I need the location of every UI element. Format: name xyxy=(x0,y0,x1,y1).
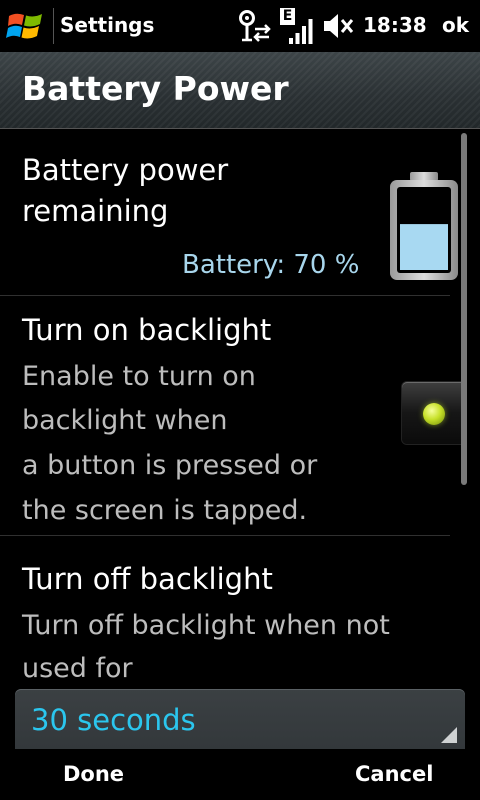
scrollbar-thumb[interactable] xyxy=(461,133,467,485)
ok-button[interactable]: ok xyxy=(442,13,469,37)
page-header: Battery Power xyxy=(0,52,480,129)
page-title: Battery Power xyxy=(22,69,289,108)
backlight-on-desc-line2: backlight when xyxy=(22,405,228,436)
signal-bars-icon xyxy=(289,19,313,44)
battery-label-line2: remaining xyxy=(22,194,169,228)
backlight-on-desc-line3: a button is pressed or xyxy=(22,450,318,481)
backlight-off-title: Turn off backlight xyxy=(22,562,273,596)
backlight-timeout-dropdown[interactable]: 30 seconds xyxy=(15,689,465,749)
section-divider xyxy=(0,295,450,296)
backlight-off-desc-line1: Turn off backlight when not xyxy=(22,610,390,641)
backlight-on-toggle[interactable] xyxy=(402,382,466,444)
status-bar: Settings E 18:38 ok xyxy=(0,0,480,52)
cancel-softkey[interactable]: Cancel xyxy=(355,761,433,787)
app-title: Settings xyxy=(60,13,155,37)
section-divider xyxy=(0,535,450,536)
settings-screen: Settings E 18:38 ok Battery Power Batter… xyxy=(0,0,480,800)
status-separator xyxy=(53,8,54,44)
scrollbar[interactable] xyxy=(458,130,470,490)
windows-start-icon[interactable] xyxy=(6,10,46,42)
dropdown-selected-value: 30 seconds xyxy=(31,703,196,737)
backlight-off-desc-line2: used for xyxy=(22,653,133,684)
dropdown-arrow-icon xyxy=(441,727,457,743)
speaker-muted-icon[interactable] xyxy=(322,11,354,41)
clock: 18:38 xyxy=(363,13,427,37)
signal-strength-icon[interactable]: E xyxy=(280,8,314,44)
softkey-bar: Done Cancel xyxy=(0,749,480,800)
backlight-on-desc-line1: Enable to turn on xyxy=(22,361,256,392)
done-softkey[interactable]: Done xyxy=(63,761,124,787)
backlight-on-title: Turn on backlight xyxy=(22,313,272,347)
battery-level-fill xyxy=(400,224,448,270)
backlight-on-desc-line4: the screen is tapped. xyxy=(22,495,308,526)
toggle-led-indicator xyxy=(423,403,445,425)
connectivity-icon[interactable] xyxy=(236,9,272,43)
battery-status-text: Battery: 70 % xyxy=(182,250,360,280)
battery-icon xyxy=(390,172,458,280)
battery-label-line1: Battery power xyxy=(22,153,229,187)
